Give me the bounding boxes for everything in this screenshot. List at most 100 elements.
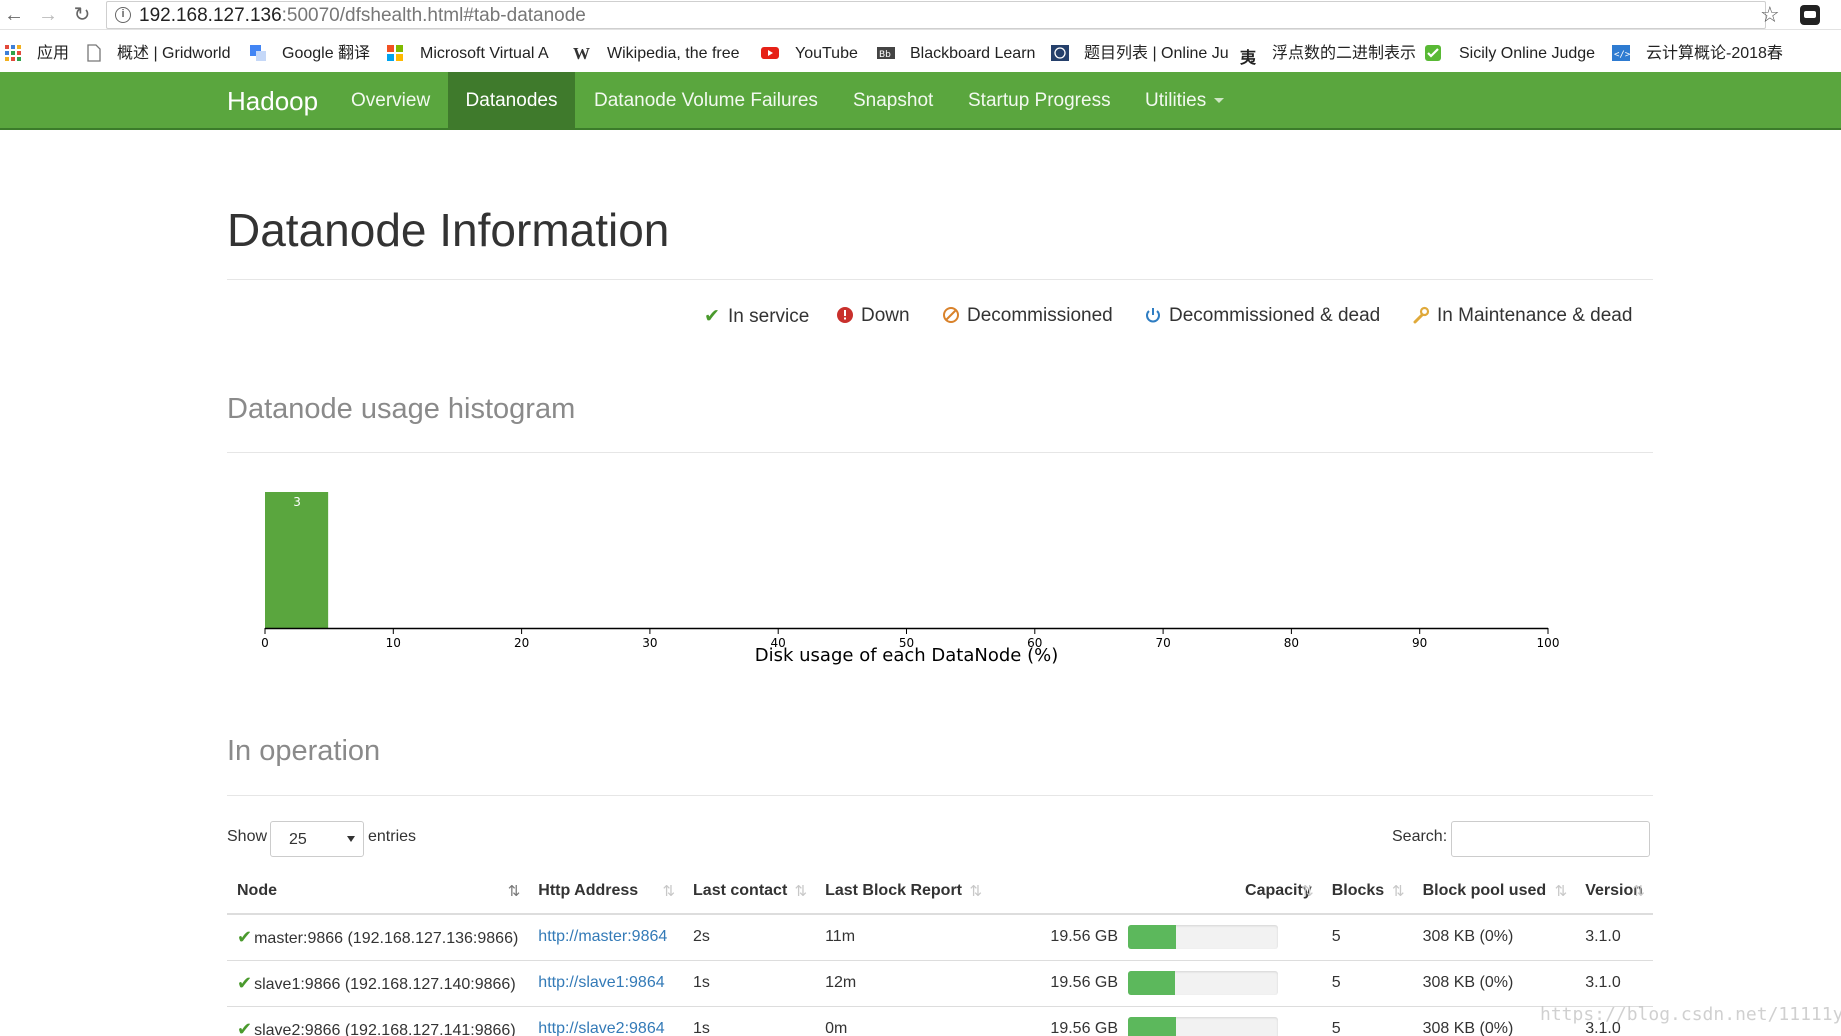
histogram-tick-label: 80 bbox=[1284, 636, 1299, 650]
col-version[interactable]: Version ⇅ bbox=[1575, 868, 1653, 915]
usage-bar-fill bbox=[1128, 971, 1175, 995]
google-translate-icon bbox=[249, 44, 267, 62]
node-cell: ✔ slave1:9866 (192.168.127.140:9866) bbox=[227, 960, 529, 1007]
sort-icon: ⇅ bbox=[1391, 883, 1405, 900]
bookmark-google-translate[interactable]: Google 翻译 bbox=[282, 44, 370, 64]
search-input[interactable] bbox=[1451, 821, 1650, 857]
bookmark-apps[interactable]: 应用 bbox=[37, 44, 69, 64]
legend-down: Down bbox=[835, 305, 910, 327]
in-service-check-icon: ✔ bbox=[237, 972, 253, 993]
nav-datanodes[interactable]: Datanodes bbox=[448, 72, 575, 130]
blackboard-icon: Bb bbox=[876, 44, 895, 62]
entries-label: entries bbox=[368, 828, 417, 845]
sort-icon: ⇅ bbox=[1554, 883, 1568, 900]
caret-down-icon bbox=[347, 836, 355, 842]
check-badge-icon bbox=[1424, 44, 1442, 62]
legend-maintenance-dead: In Maintenance & dead bbox=[1411, 305, 1632, 327]
url-path: :50070/dfshealth.html#tab-datanode bbox=[281, 5, 586, 26]
page-title: Datanode Information bbox=[227, 204, 670, 256]
nav-utilities[interactable]: Utilities bbox=[1126, 72, 1243, 130]
capacity-cell: 19.56 GB bbox=[990, 914, 1322, 961]
page-size-select[interactable]: 25 bbox=[270, 821, 364, 857]
col-http-address[interactable]: Http Address ⇅ bbox=[528, 868, 684, 915]
forward-icon[interactable]: → bbox=[36, 3, 60, 27]
browser-address-bar: ← → ↻ i 192.168.127.136:50070/dfshealth.… bbox=[0, 0, 1841, 30]
legend-decommissioned-label: Decommissioned bbox=[967, 305, 1113, 326]
blog-icon: 夷 bbox=[1240, 50, 1257, 67]
nav-utilities-label: Utilities bbox=[1145, 90, 1207, 111]
in-service-check-icon: ✔ bbox=[237, 1018, 253, 1036]
legend-decommissioned: Decommissioned bbox=[941, 305, 1113, 327]
sort-asc-icon: ⇅ bbox=[507, 883, 521, 900]
sort-icon: ⇅ bbox=[794, 883, 808, 900]
http-link[interactable]: http://slave2:9864 bbox=[528, 1006, 684, 1036]
usage-bar-fill bbox=[1128, 925, 1177, 950]
page-size-value: 25 bbox=[289, 831, 307, 848]
col-last-contact[interactable]: Last contact ⇅ bbox=[683, 868, 816, 915]
hadoop-navbar: Hadoop Overview Datanodes Datanode Volum… bbox=[0, 72, 1841, 130]
block-pool-used-cell: 308 KB (0%) bbox=[1412, 960, 1576, 1007]
nav-startup-progress[interactable]: Startup Progress bbox=[949, 72, 1130, 130]
nav-snapshot[interactable]: Snapshot bbox=[834, 72, 952, 130]
url-field[interactable]: i 192.168.127.136:50070/dfshealth.html#t… bbox=[106, 1, 1766, 29]
version-cell: 3.1.0 bbox=[1575, 914, 1653, 961]
watermark: https://blog.csdn.net/11111yt bbox=[1540, 1004, 1841, 1025]
col-last-block-report[interactable]: Last Block Report ⇅ bbox=[815, 868, 991, 915]
nav-overview[interactable]: Overview bbox=[332, 72, 449, 130]
blocks-cell: 5 bbox=[1321, 1006, 1413, 1036]
bookmark-wikipedia[interactable]: Wikipedia, the free bbox=[607, 44, 740, 64]
exclamation-circle-icon bbox=[835, 305, 855, 327]
bookmark-gridworld[interactable]: 概述 | Gridworld bbox=[117, 44, 231, 64]
datanode-table: Node ⇅ Http Address ⇅ Last contact ⇅ Last B… bbox=[227, 868, 1653, 1036]
operation-divider bbox=[227, 795, 1653, 796]
histogram-x-label: Disk usage of each DataNode (%) bbox=[755, 645, 1058, 666]
histogram-tick-label: 20 bbox=[514, 636, 529, 650]
http-link[interactable]: http://master:9864 bbox=[528, 914, 684, 961]
wikipedia-icon: W bbox=[573, 44, 590, 63]
capacity-cell: 19.56 GB bbox=[990, 960, 1322, 1007]
brand[interactable]: Hadoop bbox=[227, 86, 318, 117]
operation-title: In operation bbox=[227, 735, 381, 767]
power-off-icon bbox=[1143, 305, 1163, 327]
bookmark-microsoft[interactable]: Microsoft Virtual A bbox=[420, 44, 549, 64]
sort-icon: ⇅ bbox=[1632, 883, 1645, 900]
in-service-check-icon: ✔ bbox=[237, 926, 253, 947]
bookmark-float-binary[interactable]: 浮点数的二进制表示 bbox=[1272, 44, 1416, 64]
bookmark-cloud-computing[interactable]: 云计算概论-2018春 bbox=[1646, 44, 1783, 64]
col-block-pool-used[interactable]: Block pool used ⇅ bbox=[1412, 868, 1576, 915]
blocks-cell: 5 bbox=[1321, 960, 1413, 1007]
sort-icon: ⇅ bbox=[969, 883, 983, 900]
http-link[interactable]: http://slave1:9864 bbox=[528, 960, 684, 1007]
bookmark-online-judge[interactable]: 题目列表 | Online Ju bbox=[1084, 44, 1229, 64]
title-divider bbox=[227, 279, 1653, 280]
bookmark-blackboard[interactable]: Blackboard Learn bbox=[910, 44, 1035, 64]
apps-grid-icon bbox=[4, 44, 22, 62]
last-contact-cell: 1s bbox=[683, 960, 816, 1007]
extension-icon[interactable] bbox=[1800, 5, 1820, 25]
histogram-tick-label: 30 bbox=[642, 636, 657, 650]
wrench-icon bbox=[1411, 305, 1431, 327]
sort-icon: ⇅ bbox=[1301, 883, 1314, 900]
col-capacity[interactable]: Capacity ⇅ bbox=[990, 868, 1322, 915]
usage-bar bbox=[1128, 1017, 1279, 1036]
col-node[interactable]: Node ⇅ bbox=[227, 868, 529, 915]
last-block-report-cell: 0m bbox=[815, 1006, 991, 1036]
capacity-cell: 19.56 GB bbox=[990, 1006, 1322, 1036]
col-blocks[interactable]: Blocks ⇅ bbox=[1321, 868, 1413, 915]
show-label: Show bbox=[227, 828, 268, 845]
nav-volume-failures[interactable]: Datanode Volume Failures bbox=[575, 72, 837, 130]
youtube-icon bbox=[760, 44, 779, 62]
microsoft-icon bbox=[386, 44, 404, 62]
bookmark-youtube[interactable]: YouTube bbox=[795, 44, 858, 64]
url-host: 192.168.127.136 bbox=[139, 5, 282, 26]
bookmark-star-icon[interactable]: ☆ bbox=[1760, 2, 1780, 28]
chevron-down-icon bbox=[1214, 98, 1225, 104]
usage-bar bbox=[1128, 971, 1279, 995]
table-row: ✔ slave2:9866 (192.168.127.141:9866) http… bbox=[227, 1006, 1653, 1036]
reload-icon[interactable]: ↻ bbox=[70, 3, 94, 27]
site-info-icon[interactable]: i bbox=[115, 7, 131, 23]
search-label: Search: bbox=[1392, 828, 1448, 845]
legend-in-service: ✔ In service bbox=[702, 305, 809, 328]
bookmark-sicily[interactable]: Sicily Online Judge bbox=[1459, 44, 1595, 64]
back-icon[interactable]: ← bbox=[2, 3, 26, 27]
